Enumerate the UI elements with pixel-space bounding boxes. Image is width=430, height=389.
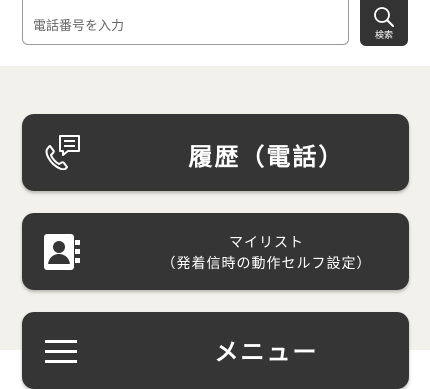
search-icon — [374, 7, 394, 27]
menu-button[interactable]: メニュー — [22, 312, 409, 389]
phone-number-search-input[interactable] — [22, 0, 349, 45]
history-call-label: 履歴（電話） — [188, 143, 345, 171]
search-button[interactable]: 検索 — [360, 0, 408, 46]
search-button-label: 検索 — [374, 31, 393, 41]
my-list-title: マイリスト — [229, 235, 304, 251]
search-header: 検索 — [0, 0, 430, 66]
my-list-subtitle: （発着信時の動作セルフ設定） — [161, 256, 372, 272]
hamburger-menu-icon — [45, 338, 77, 368]
my-list-button[interactable]: マイリスト （発着信時の動作セルフ設定） — [22, 213, 409, 290]
history-call-button[interactable]: 履歴（電話） — [22, 114, 409, 191]
main-content — [0, 66, 430, 350]
contact-book-icon — [42, 232, 84, 276]
phone-message-icon — [42, 134, 82, 174]
